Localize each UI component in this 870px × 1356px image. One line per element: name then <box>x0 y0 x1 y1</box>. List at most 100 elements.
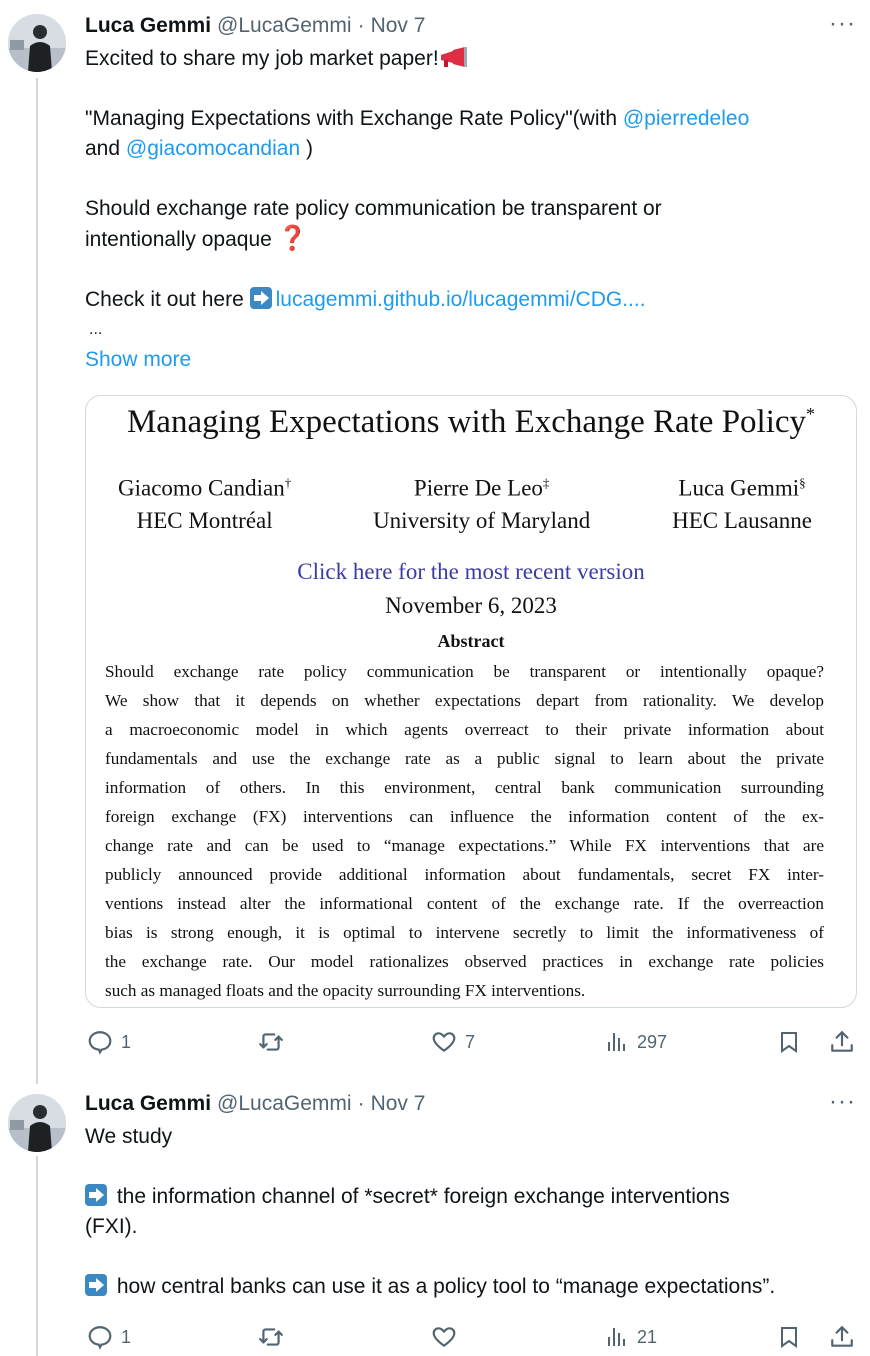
like-icon <box>432 1327 456 1347</box>
abstract-line: information of others. In this environme… <box>105 777 824 797</box>
avatar[interactable] <box>8 1094 66 1152</box>
author-handle[interactable]: @LucaGemmi <box>217 14 352 38</box>
repost-icon <box>259 1033 283 1051</box>
like-button[interactable] <box>431 1324 465 1350</box>
paper-author-affiliation: HEC Lausanne <box>672 507 812 533</box>
abstract-line: the exchange rate. Our model rationalize… <box>105 951 824 971</box>
tweet-text: We study the information channel of *sec… <box>85 1122 858 1302</box>
question-emoji: ❓ <box>277 225 308 252</box>
author-handle[interactable]: @LucaGemmi <box>217 1092 352 1116</box>
tweet-actions: 1 7 297 <box>85 1027 857 1057</box>
repost-button[interactable] <box>257 1324 293 1350</box>
text-line: how central banks can use it as a policy… <box>85 1272 858 1302</box>
views-count: 21 <box>637 1326 658 1347</box>
more-options-icon[interactable]: ··· <box>829 1090 856 1114</box>
text-line: the information channel of *secret* fore… <box>85 1182 858 1212</box>
author-block: Giacomo Candian† HEC Montréal <box>118 467 291 537</box>
views-icon <box>608 1033 625 1051</box>
author-block: Luca Gemmi§ HEC Lausanne <box>672 467 812 537</box>
paper-author-affiliation: University of Maryland <box>373 507 591 533</box>
share-button[interactable] <box>829 1324 855 1350</box>
timestamp[interactable]: Nov 7 <box>371 14 426 38</box>
external-link[interactable]: lucagemmi.github.io/lucagemmi/CDG.... <box>276 288 646 311</box>
tweet-text: Excited to share my job market paper! "M… <box>85 44 858 345</box>
tweet-actions: 1 21 <box>85 1322 857 1352</box>
reply-button[interactable]: 1 <box>87 1029 131 1055</box>
paper-recent-version-link: Click here for the most recent version <box>297 558 645 584</box>
tweet: Luca Gemmi @LucaGemmi · Nov 7 ··· Excite… <box>85 12 858 375</box>
megaphone-emoji <box>440 47 467 67</box>
like-icon <box>432 1032 456 1052</box>
share-button[interactable] <box>829 1029 855 1055</box>
author-name[interactable]: Luca Gemmi <box>85 1092 211 1116</box>
tweet: Luca Gemmi @LucaGemmi · Nov 7 ··· We stu… <box>85 1090 858 1302</box>
abstract-text: Should exchange rate policy communicatio… <box>105 657 824 1005</box>
text-line: (FXI). <box>85 1215 138 1238</box>
like-count: 7 <box>465 1031 476 1052</box>
timestamp[interactable]: Nov 7 <box>371 1092 426 1116</box>
bookmark-button[interactable] <box>777 1324 801 1350</box>
arrow-right-emoji <box>85 1274 107 1296</box>
like-button[interactable]: 7 <box>431 1029 475 1055</box>
paper-author-affiliation: HEC Montréal <box>136 507 273 533</box>
text-line: Excited to share my job market paper! <box>85 44 858 74</box>
text-line: Check it out here lucagemmi.github.io/lu… <box>85 285 858 315</box>
views-button[interactable]: 297 <box>605 1030 667 1054</box>
reply-button[interactable]: 1 <box>87 1324 131 1350</box>
tweet-header: Luca Gemmi @LucaGemmi · Nov 7 <box>85 1092 858 1120</box>
share-icon <box>831 1326 853 1347</box>
repost-button[interactable] <box>257 1029 293 1055</box>
repost-icon <box>259 1328 283 1346</box>
reply-count: 1 <box>121 1031 132 1052</box>
paper-authors: Giacomo Candian† HEC Montréal Pierre De … <box>86 467 856 537</box>
paper-title: Managing Expectations with Exchange Rate… <box>86 404 856 441</box>
thread-line <box>36 1156 38 1356</box>
abstract-line: such as managed floats and the opacity s… <box>105 980 586 1000</box>
mention-link[interactable]: @giacomocandian <box>126 137 300 160</box>
text-line-empty <box>85 1152 858 1182</box>
reply-count: 1 <box>121 1326 132 1347</box>
views-count: 297 <box>637 1031 668 1052</box>
text-line-empty <box>85 255 858 285</box>
paper-date: November 6, 2023 <box>385 592 557 618</box>
title-footnote-mark: * <box>806 404 816 424</box>
arrow-right-emoji <box>249 287 272 309</box>
separator-dot: · <box>357 1092 365 1115</box>
paper-author-name: Pierre De Leo <box>413 475 543 501</box>
paper-image[interactable]: Managing Expectations with Exchange Rate… <box>85 395 857 1008</box>
text-line: and @giacomocandian ) <box>85 134 858 164</box>
text-segment: how central banks can use it as a policy… <box>116 1275 776 1298</box>
reply-icon <box>88 1326 112 1350</box>
share-icon <box>831 1031 853 1052</box>
views-button[interactable]: 21 <box>605 1325 657 1349</box>
paper-author-name: Luca Gemmi <box>678 475 800 501</box>
author-name[interactable]: Luca Gemmi <box>85 14 211 38</box>
text-segment: the information channel of *secret* fore… <box>116 1185 730 1208</box>
tweet-header: Luca Gemmi @LucaGemmi · Nov 7 <box>85 14 858 42</box>
mention-link[interactable]: @pierredeleo <box>623 107 749 130</box>
author-mark: ‡ <box>542 475 550 490</box>
bookmark-icon <box>781 1327 797 1348</box>
abstract-line: We show that it depends on whether expec… <box>105 690 824 710</box>
views-icon <box>608 1328 625 1346</box>
author-mark: † <box>284 475 292 490</box>
reply-icon <box>88 1031 112 1055</box>
ellipsis: ... <box>89 321 103 338</box>
avatar[interactable] <box>8 14 66 72</box>
abstract-line: Should exchange rate policy communicatio… <box>105 661 824 681</box>
text-line-empty <box>85 1242 858 1272</box>
paper-title-text: Managing Expectations with Exchange Rate… <box>126 404 807 440</box>
bookmark-button[interactable] <box>777 1029 801 1055</box>
author-mark: § <box>799 475 806 490</box>
author-block: Pierre De Leo‡ University of Maryland <box>373 467 590 537</box>
abstract-line: bias is strong enough, it is optimal to … <box>105 922 824 942</box>
paper-author-name: Giacomo Candian <box>118 475 285 501</box>
show-more-link[interactable]: Show more <box>85 345 191 375</box>
abstract-line: fundamentals and use the exchange rate a… <box>105 748 824 768</box>
separator-dot: · <box>357 14 365 37</box>
text-line: Should exchange rate policy communicatio… <box>85 197 662 220</box>
text-segment: Excited to share my job market paper! <box>85 47 439 70</box>
text-line: "Managing Expectations with Exchange Rat… <box>85 104 858 134</box>
more-options-icon[interactable]: ··· <box>829 12 856 36</box>
text-line: We study <box>85 1125 173 1148</box>
